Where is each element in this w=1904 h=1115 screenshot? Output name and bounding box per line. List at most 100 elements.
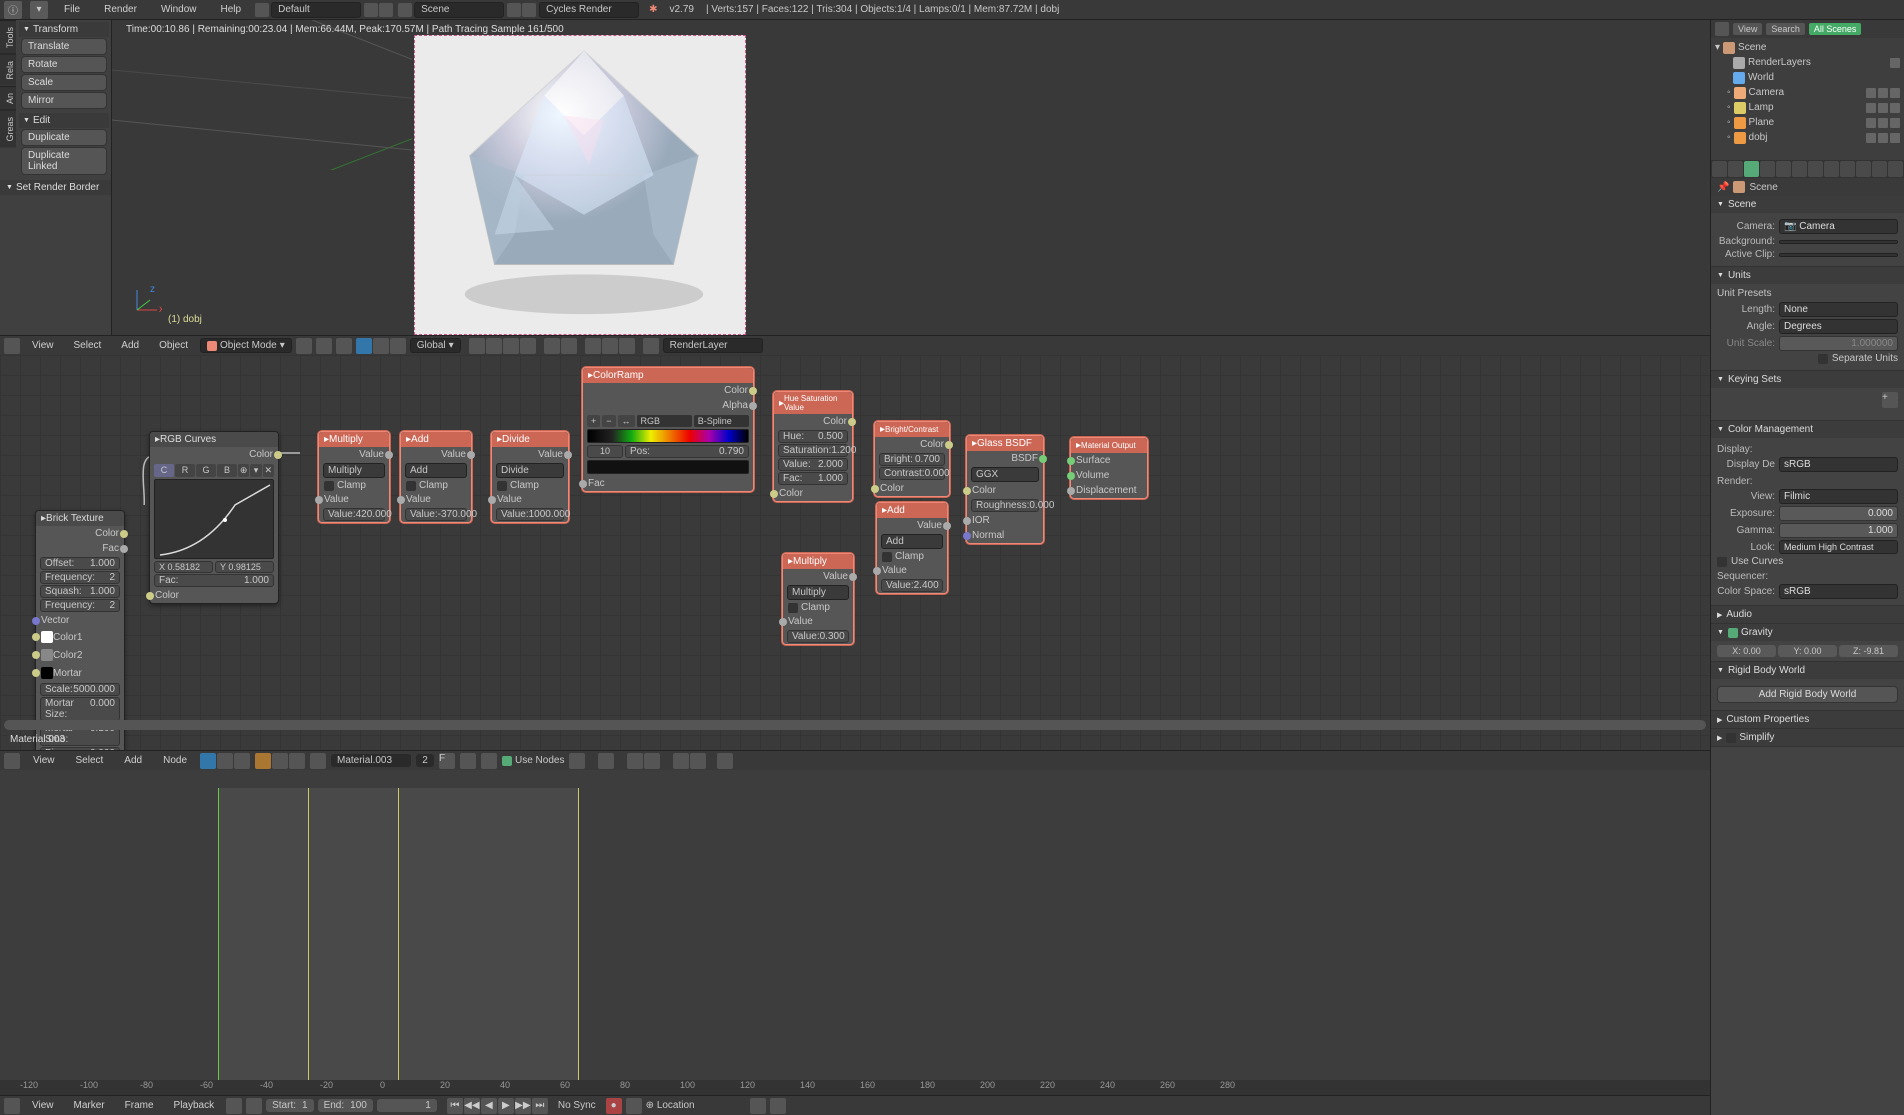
file-menu[interactable]: File [52,4,92,15]
outliner-row-scene[interactable]: ▾Scene [1715,40,1900,55]
view-field[interactable]: Filmic [1779,489,1898,504]
keyingset-icon[interactable] [626,1098,642,1114]
snap-target-icon[interactable] [561,338,577,354]
tab-scene[interactable] [1744,161,1759,177]
math-op-dropdown[interactable]: Multiply [787,585,849,600]
material-browse-icon[interactable] [310,753,326,769]
keyingset-list[interactable] [1717,392,1880,416]
keying-panel-header[interactable]: Keying Sets [1711,371,1904,388]
exposure-field[interactable]: 0.000 [1779,506,1898,521]
view-menu[interactable]: View [25,755,63,766]
keyframe-next-icon[interactable]: ▶▶ [515,1098,531,1114]
node-hsv[interactable]: ▸Hue Saturation Value Color Hue:0.500 Sa… [773,391,853,502]
scene-browse-icon[interactable] [398,3,412,17]
audio-panel-header[interactable]: Audio [1711,606,1904,623]
node-add-2[interactable]: ▸Add Value Add Clamp Value Value:2.400 [876,502,948,594]
snap-icon[interactable] [544,338,560,354]
node-colorramp[interactable]: ▸ColorRamp Color Alpha +−↔RGBB-Spline 10… [582,367,754,492]
length-field[interactable]: None [1779,302,1898,317]
mirror-button[interactable]: Mirror [21,92,107,109]
autokey-icon[interactable]: ● [606,1098,622,1114]
clamp-checkbox[interactable] [882,552,892,562]
outliner-row-plane[interactable]: ◦Plane [1715,115,1900,130]
math-op-dropdown[interactable]: Multiply [323,463,385,478]
lock-range-icon[interactable] [246,1098,262,1114]
manipulator-translate-icon[interactable] [356,338,372,354]
node-bright-contrast[interactable]: ▸Bright/Contrast Color Bright:0.700 Cont… [874,421,950,497]
node-header[interactable]: ▸Brick Texture [36,511,124,526]
layout-browse-icon[interactable] [255,3,269,17]
rotate-button[interactable]: Rotate [21,56,107,73]
object-menu[interactable]: Object [151,340,196,351]
lastop-section[interactable]: Set Render Border [0,180,111,195]
tab-renderlayers[interactable] [1728,161,1743,177]
world-mat-icon[interactable] [272,753,288,769]
marker-menu[interactable]: Marker [66,1100,113,1111]
view-menu[interactable]: View [24,340,62,351]
shading-sphere-icon[interactable] [296,338,312,354]
add-menu[interactable]: Add [116,755,150,766]
jump-start-icon[interactable]: ⏮ [447,1098,463,1114]
math-op-dropdown[interactable]: Add [881,534,943,549]
colormgmt-panel-header[interactable]: Color Management [1711,421,1904,438]
render-menu[interactable]: Render [92,4,149,15]
gravity-z[interactable]: Z: -9.81 [1839,645,1898,657]
curve-widget[interactable] [154,479,274,559]
material-users[interactable]: 2 [416,754,434,767]
tab-world[interactable] [1760,161,1775,177]
gravity-panel-header[interactable]: Gravity [1711,624,1904,641]
simplify-panel-header[interactable]: Simplify [1711,729,1904,746]
select-menu[interactable]: Select [68,755,112,766]
units-panel-header[interactable]: Units [1711,267,1904,284]
pivot-icon[interactable] [316,338,332,354]
object-mat-icon[interactable] [255,753,271,769]
angle-field[interactable]: Degrees [1779,319,1898,334]
editor-type-icon[interactable] [4,753,20,769]
editor-type-icon[interactable] [4,338,20,354]
add-scene-icon[interactable] [507,3,521,17]
add-material-icon[interactable] [460,753,476,769]
tab-constraints[interactable] [1792,161,1807,177]
add-menu[interactable]: Add [113,340,147,351]
node-brick-texture[interactable]: ▸Brick Texture Color Fac Offset:1.000 Fr… [35,510,125,750]
start-frame-field[interactable]: Start:1 [266,1099,313,1112]
play-icon[interactable]: ▶ [498,1098,514,1114]
render-anim-icon[interactable] [602,338,618,354]
orientation-selector[interactable]: Global▾ [410,338,461,353]
node-multiply[interactable]: ▸Multiply Value Multiply Clamp Value Val… [318,431,390,523]
view-menu[interactable]: View [24,1100,62,1111]
jump-end-icon[interactable]: ⏭ [532,1098,548,1114]
toolshelf-tab-tools[interactable]: Tools [0,20,16,54]
displayde-field[interactable]: sRGB [1779,457,1898,472]
activeclip-field[interactable] [1779,253,1898,257]
node-material-output[interactable]: ▸Material Output Surface Volume Displace… [1070,437,1148,499]
autoupdate-icon[interactable] [717,753,733,769]
separate-units-checkbox[interactable] [1818,354,1828,364]
duplicate-linked-button[interactable]: Duplicate Linked [21,147,107,175]
outliner-row-world[interactable]: World [1715,70,1900,85]
scene-panel-header[interactable]: Scene [1711,196,1904,213]
add-layout-icon[interactable] [364,3,378,17]
tab-modifiers[interactable] [1808,161,1823,177]
manipulator-icon[interactable] [336,338,352,354]
unit-presets-field[interactable]: Unit Presets [1717,288,1898,299]
gamma-field[interactable]: 1.000 [1779,523,1898,538]
node-add[interactable]: ▸Add Value Add Clamp Value Value:-370.00… [400,431,472,523]
timeline[interactable]: -120-100-80-60-40-2002040608010012014016… [0,770,1710,1095]
duplicate-button[interactable]: Duplicate [21,129,107,146]
snap-target-icon[interactable] [644,753,660,769]
lamp-mat-icon[interactable] [289,753,305,769]
shader-nodes-icon[interactable] [200,753,216,769]
gravity-x[interactable]: X: 0.00 [1717,645,1776,657]
info-icon[interactable]: ⓘ [4,1,22,19]
preview-range-icon[interactable] [226,1098,242,1114]
toolshelf-tab-an[interactable]: An [0,86,16,110]
tab-particles[interactable] [1872,161,1887,177]
distribution-dropdown[interactable]: GGX [971,467,1039,482]
tab-material[interactable] [1840,161,1855,177]
layers-icon[interactable] [503,338,519,354]
colorspace-field[interactable]: sRGB [1779,584,1898,599]
clamp-checkbox[interactable] [324,481,334,491]
transform-section[interactable]: Transform [19,22,109,37]
scene-field[interactable]: Scene [414,2,504,18]
